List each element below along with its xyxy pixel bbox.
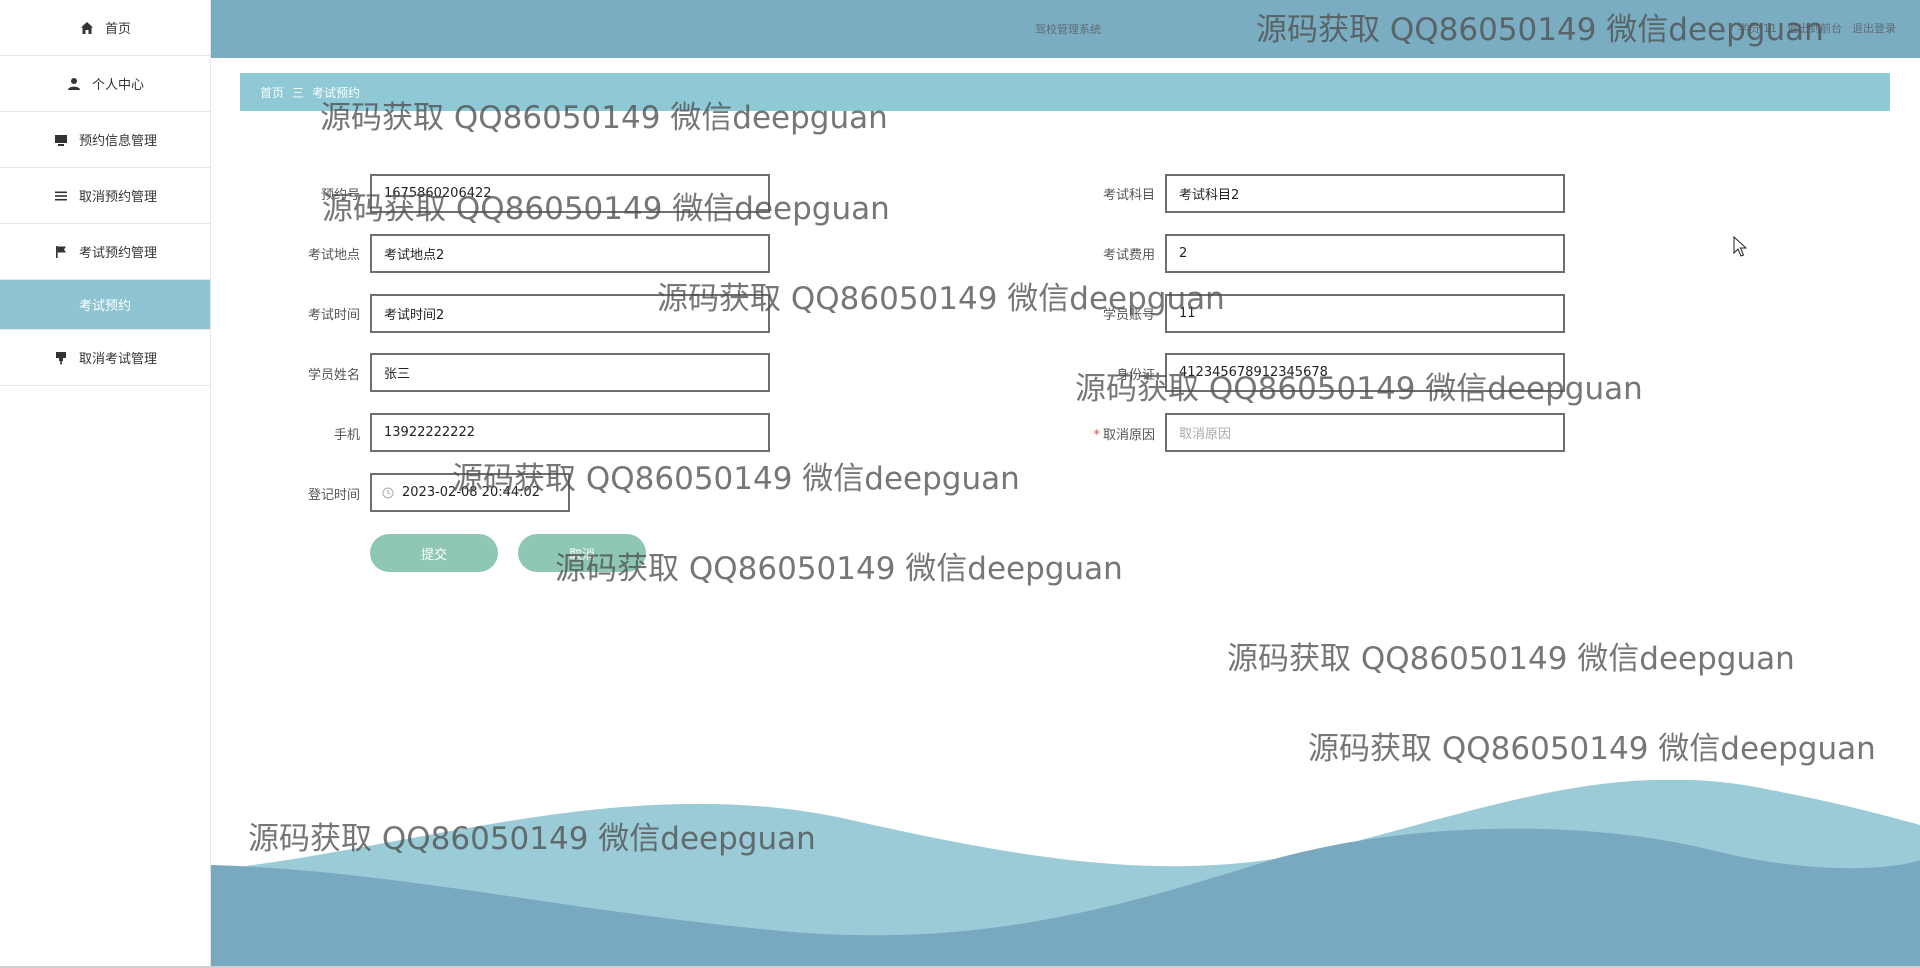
clock-icon (382, 487, 394, 499)
required-mark: * (1093, 428, 1100, 443)
exam-location-field[interactable]: 考试地点2 (370, 234, 770, 273)
field-label-cancel-reason: * 取消原因 (1045, 424, 1155, 443)
decorative-waves (211, 780, 1920, 966)
breadcrumb-current: 考试预约 (312, 85, 361, 100)
sidebar-item-home[interactable]: 首页 (0, 0, 210, 56)
sidebar-item-label: 取消考试管理 (78, 352, 157, 367)
field-label-phone: 手机 (333, 428, 360, 443)
back-to-frontend-link[interactable]: 退出到前台 (1787, 20, 1842, 36)
pin-icon (53, 350, 69, 366)
field-label-exam-time: 考试时间 (307, 308, 360, 323)
watermark: 源码获取 QQ86050149 微信deepguan (1308, 731, 1876, 767)
sidebar-subitem-label: 考试预约 (78, 299, 131, 314)
field-label-exam-location: 考试地点 (307, 248, 360, 263)
id-card-field[interactable]: 412345678912345678 (1165, 353, 1565, 392)
home-icon (79, 20, 95, 36)
sidebar-item-cancel-exam[interactable]: 取消考试管理 (0, 330, 210, 386)
field-label-id-card: 身份证 (1115, 368, 1155, 383)
sidebar-item-label: 取消预约管理 (78, 190, 157, 205)
breadcrumb-home[interactable]: 首页 (260, 84, 284, 101)
list-icon (53, 188, 69, 204)
system-title: 驾校管理系统 (1035, 23, 1101, 36)
sidebar-item-profile[interactable]: 个人中心 (0, 56, 210, 112)
sidebar-item-label: 个人中心 (91, 78, 144, 93)
register-time-field[interactable]: 2023-02-08 20:44:02 (370, 473, 570, 512)
phone-field[interactable]: 13922222222 (370, 413, 770, 452)
student-account-field[interactable]: 11 (1165, 294, 1565, 333)
appointment-no-field[interactable]: 1675860206422 (370, 174, 770, 213)
register-time-value: 2023-02-08 20:44:02 (402, 485, 541, 500)
field-label-exam-fee: 考试费用 (1102, 248, 1155, 263)
cancel-reason-label-text: 取消原因 (1102, 428, 1155, 443)
exam-subject-field[interactable]: 考试科目2 (1165, 174, 1565, 213)
student-name-field[interactable]: 张三 (370, 353, 770, 392)
cancel-reason-field[interactable]: 取消原因 (1165, 413, 1565, 452)
monitor-icon (53, 132, 69, 148)
sidebar-item-label: 首页 (104, 22, 131, 37)
exam-fee-field[interactable]: 2 (1165, 234, 1565, 273)
watermark: 源码获取 QQ86050149 微信deepguan (1227, 641, 1795, 677)
sidebar-item-label: 预约信息管理 (78, 134, 157, 149)
sidebar: 首页 个人中心 预约信息管理 取消预约管理 考试预约管理 考试预约 取消考试管理 (0, 0, 211, 966)
mouse-cursor-icon (1733, 236, 1747, 257)
breadcrumb-separator: 三 (292, 85, 305, 100)
current-user: 学员 11 (1737, 22, 1778, 35)
cancel-button[interactable]: 取消 (518, 534, 646, 572)
top-header: 驾校管理系统 学员 11 退出到前台 退出登录 (211, 0, 1920, 58)
top-links: 学员 11 退出到前台 退出登录 (1738, 20, 1897, 36)
sidebar-item-exam-appointment[interactable]: 考试预约管理 (0, 224, 210, 280)
user-icon (66, 76, 82, 92)
field-label-student-name: 学员姓名 (307, 368, 360, 383)
sidebar-item-cancel-appointment[interactable]: 取消预约管理 (0, 168, 210, 224)
sidebar-item-appointment[interactable]: 预约信息管理 (0, 112, 210, 168)
exam-time-field[interactable]: 考试时间2 (370, 294, 770, 333)
field-label-register-time: 登记时间 (307, 488, 360, 503)
sidebar-item-label: 考试预约管理 (78, 246, 157, 261)
field-label-exam-subject: 考试科目 (1102, 188, 1155, 203)
field-label-student-account: 学员账号 (1102, 308, 1155, 323)
field-label-appointment-no: 预约号 (320, 188, 360, 203)
breadcrumb: 首页 三 考试预约 (240, 73, 1890, 111)
submit-button[interactable]: 提交 (370, 534, 498, 572)
logout-link[interactable]: 退出登录 (1852, 20, 1896, 36)
sidebar-subitem-exam-appointment[interactable]: 考试预约 (0, 280, 210, 330)
flag-icon (53, 244, 69, 260)
